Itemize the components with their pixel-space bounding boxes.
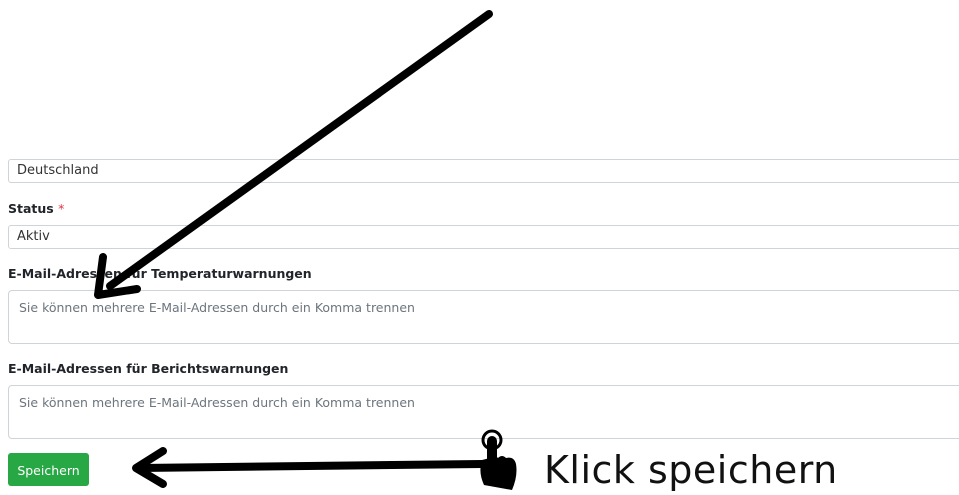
report-emails-placeholder: Sie können mehrere E-Mail-Adressen durch…	[19, 395, 415, 410]
hand-pointer-icon	[480, 429, 517, 490]
temp-emails-field[interactable]: Sie können mehrere E-Mail-Adressen durch…	[8, 290, 959, 344]
report-emails-field[interactable]: Sie können mehrere E-Mail-Adressen durch…	[8, 385, 959, 439]
temp-emails-placeholder: Sie können mehrere E-Mail-Adressen durch…	[19, 300, 415, 315]
country-select[interactable]: Deutschland ▼	[8, 159, 959, 183]
callout-text: Klick speichern	[544, 448, 838, 492]
temp-emails-label: E-Mail-Adressen für Temperaturwarnungen	[8, 266, 312, 281]
status-select-value: Aktiv	[17, 229, 50, 244]
status-label: Status *	[8, 201, 65, 216]
country-select-value: Deutschland	[17, 163, 99, 178]
status-select[interactable]: Aktiv ▼	[8, 225, 959, 249]
pointer-arrow-diagonal	[94, 10, 493, 299]
save-button[interactable]: Speichern	[8, 453, 89, 486]
required-marker: *	[58, 201, 65, 216]
pointer-arrow-horizontal	[132, 447, 486, 488]
report-emails-label: E-Mail-Adressen für Berichtswarnungen	[8, 361, 289, 376]
